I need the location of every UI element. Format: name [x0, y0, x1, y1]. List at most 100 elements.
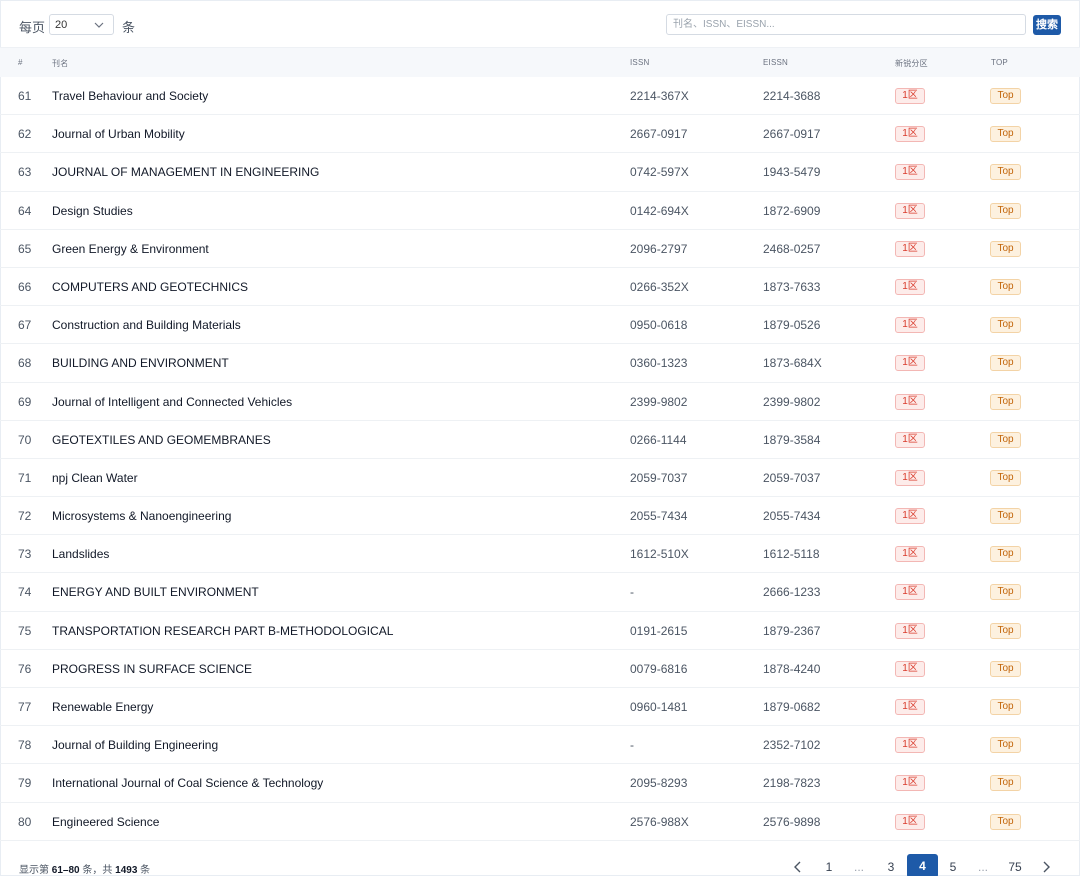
page-size-select[interactable]: 20	[49, 14, 114, 35]
per-page-label: 每页	[19, 20, 46, 35]
issn-value: 0960-1481	[630, 700, 688, 714]
table-row[interactable]: 64 Design Studies 0142-694X 1872-6909 1区 Top	[0, 192, 1080, 230]
toolbar: 每页 20 条 搜索	[0, 0, 1080, 48]
search-input[interactable]	[666, 14, 1026, 35]
header-eissn: EISSN	[763, 58, 789, 67]
journal-name[interactable]: Green Energy & Environment	[52, 242, 209, 256]
eissn-value: 1612-5118	[763, 547, 820, 562]
header-index: #	[18, 58, 23, 67]
eissn-value: 2198-7823	[763, 776, 821, 791]
table-row[interactable]: 68 BUILDING AND ENVIRONMENT 0360-1323 1873-…	[0, 344, 1080, 383]
zone-badge: 1区	[895, 508, 925, 525]
issn-value: -	[630, 585, 634, 600]
issn-value: 0266-352X	[630, 279, 689, 294]
journal-name[interactable]: Journal of Intelligent and Connected Veh…	[52, 395, 292, 409]
top-badge: Top	[990, 202, 1021, 219]
table-row[interactable]: 65 Green Energy & Environment 2096-2797 246…	[0, 230, 1080, 268]
summary-prefix: 显示第	[19, 865, 52, 876]
row-index: 64	[18, 203, 32, 218]
table-row[interactable]: 78 Journal of Building Engineering - 2352-7…	[0, 726, 1080, 765]
chevron-left-icon[interactable]	[792, 860, 804, 874]
top-badge: Top	[990, 278, 1021, 295]
page-size-value: 20	[55, 19, 68, 31]
journal-name[interactable]: Renewable Energy	[52, 700, 153, 714]
page-link-3[interactable]: 3	[882, 855, 900, 876]
table-row[interactable]: 79 International Journal of Coal Science …	[0, 764, 1080, 803]
page-link-5[interactable]: 5	[944, 855, 962, 876]
journal-name[interactable]: TRANSPORTATION RESEARCH PART B-METHODOLO…	[52, 624, 393, 638]
journal-name[interactable]: BUILDING AND ENVIRONMENT	[52, 356, 229, 370]
table-row[interactable]: 69 Journal of Intelligent and Connected V…	[0, 383, 1080, 421]
top-badge: Top	[990, 469, 1021, 486]
table-header: # 刊名 ISSN EISSN 新锐分区 TOP	[0, 48, 1080, 77]
table-row[interactable]: 75 TRANSPORTATION RESEARCH PART B-METHODO…	[0, 612, 1080, 650]
zone-badge: 1区	[895, 240, 925, 257]
zone-badge: 1区	[895, 775, 925, 792]
search-button[interactable]: 搜索	[1033, 15, 1061, 35]
issn-value: 0742-597X	[630, 165, 689, 180]
header-top: TOP	[991, 58, 1008, 67]
row-index: 62	[18, 127, 32, 142]
page-link-current[interactable]: 4	[907, 854, 938, 876]
journal-name[interactable]: PROGRESS IN SURFACE SCIENCE	[52, 662, 252, 676]
pagination-bar: 显示第 61–80 条，共 1493 条 1 ... 3 4 5 ... 75	[0, 845, 1080, 876]
eissn-value: 2667-0917	[763, 127, 821, 142]
eissn-value: 2352-7102	[763, 738, 821, 753]
journal-name[interactable]: Landslides	[52, 547, 109, 561]
table-row[interactable]: 61 Travel Behaviour and Society 2214-367X 2…	[0, 77, 1080, 116]
table-row[interactable]: 72 Microsystems & Nanoengineering 2055-743…	[0, 497, 1080, 536]
table-row[interactable]: 67 Construction and Building Materials 095…	[0, 306, 1080, 345]
eissn-value: 1943-5479	[763, 165, 821, 180]
table-row[interactable]: 63 JOURNAL OF MANAGEMENT IN ENGINEERING 07…	[0, 153, 1080, 192]
table-row[interactable]: 77 Renewable Energy 0960-1481 1879-0682 1区 To…	[0, 688, 1080, 727]
summary-range: 61–80	[51, 865, 80, 876]
eissn-value: 2055-7434	[763, 509, 821, 524]
zone-badge: 1区	[895, 699, 925, 715]
journal-name[interactable]: JOURNAL OF MANAGEMENT IN ENGINEERING	[52, 165, 319, 179]
zone-badge: 1区	[895, 737, 925, 754]
table-row[interactable]: 66 COMPUTERS AND GEOTECHNICS 0266-352X 1873…	[0, 268, 1080, 307]
eissn-value: 2059-7037	[763, 470, 821, 485]
journal-name[interactable]: International Journal of Coal Science & …	[52, 776, 323, 790]
top-badge: Top	[990, 126, 1021, 143]
table-row[interactable]: 76 PROGRESS IN SURFACE SCIENCE 0079-6816 18…	[0, 650, 1080, 688]
table-row[interactable]: 73 Landslides 1612-510X 1612-5118 1区 Top	[0, 535, 1080, 574]
journal-name[interactable]: ENERGY AND BUILT ENVIRONMENT	[52, 585, 259, 599]
chevron-right-icon[interactable]	[1040, 860, 1052, 874]
eissn-value: 1878-4240	[763, 661, 821, 676]
journal-name[interactable]: Design Studies	[52, 204, 133, 218]
header-journal-name: 刊名	[52, 59, 69, 68]
page-link-1[interactable]: 1	[820, 855, 838, 876]
top-badge: Top	[990, 317, 1021, 334]
row-index: 65	[18, 241, 32, 256]
eissn-value: 1879-2367	[763, 623, 821, 638]
zone-badge: 1区	[895, 393, 925, 410]
top-badge: Top	[990, 622, 1021, 639]
journal-name[interactable]: COMPUTERS AND GEOTECHNICS	[52, 280, 248, 294]
top-badge: Top	[990, 660, 1021, 677]
row-index: 73	[18, 547, 32, 562]
summary-suffix: 条	[137, 865, 151, 876]
eissn-value: 2468-0257	[763, 241, 821, 256]
journal-name[interactable]: npj Clean Water	[52, 471, 138, 485]
journal-name[interactable]: GEOTEXTILES AND GEOMEMBRANES	[52, 433, 271, 447]
zone-badge: 1区	[895, 164, 925, 181]
issn-value: 2059-7037	[630, 470, 688, 485]
issn-value: 2096-2797	[630, 241, 688, 256]
table-row[interactable]: 70 GEOTEXTILES AND GEOMEMBRANES 0266-1144 1…	[0, 421, 1080, 459]
journal-name[interactable]: Construction and Building Materials	[52, 318, 241, 332]
table-row[interactable]: 62 Journal of Urban Mobility 2667-0917 2667…	[0, 115, 1080, 154]
journal-name[interactable]: Journal of Building Engineering	[52, 738, 218, 752]
journal-name[interactable]: Travel Behaviour and Society	[52, 89, 208, 103]
journal-name[interactable]: Microsystems & Nanoengineering	[52, 509, 231, 523]
journal-name[interactable]: Engineered Science	[52, 815, 159, 829]
top-badge: Top	[990, 508, 1021, 525]
table-row[interactable]: 80 Engineered Science 2576-988X 2576-9898 1区…	[0, 803, 1080, 841]
top-badge: Top	[990, 546, 1021, 563]
page-link-last[interactable]: 75	[1004, 855, 1026, 876]
table-row[interactable]: 71 npj Clean Water 2059-7037 2059-7037 1区 Top	[0, 459, 1080, 498]
journal-name[interactable]: Journal of Urban Mobility	[52, 127, 185, 141]
page-ellipsis: ...	[853, 860, 864, 874]
table-row[interactable]: 74 ENERGY AND BUILT ENVIRONMENT - 2666-1233…	[0, 573, 1080, 612]
issn-value: 2214-367X	[630, 89, 689, 103]
